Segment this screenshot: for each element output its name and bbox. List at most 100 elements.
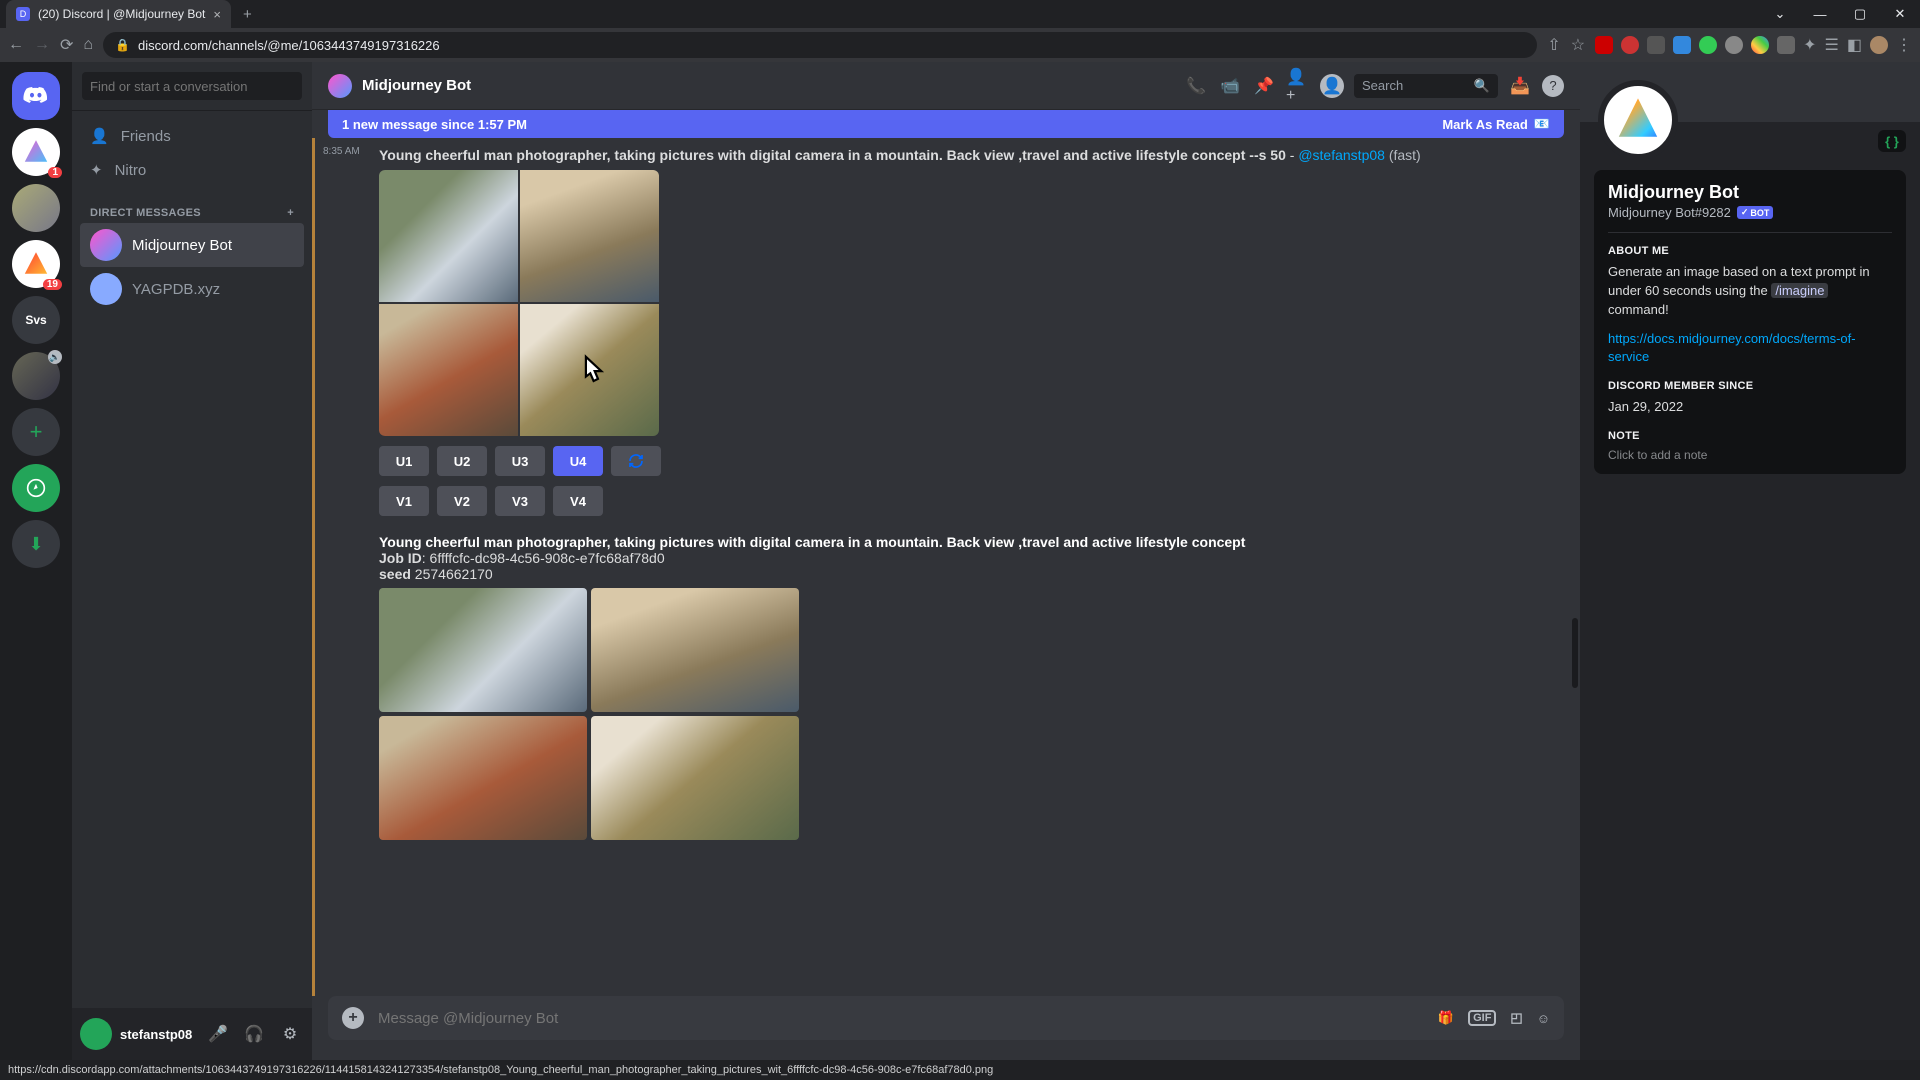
menu-icon[interactable]: ⋮ — [1896, 35, 1912, 55]
ext-icon[interactable] — [1751, 36, 1769, 54]
home-icon[interactable]: ⌂ — [83, 36, 93, 54]
message-list: 8:35 AM Young cheerful man photographer,… — [312, 138, 1580, 996]
generated-image-3[interactable] — [379, 716, 587, 840]
image-grid-large[interactable] — [379, 588, 799, 840]
dm-home-button[interactable] — [12, 72, 60, 120]
v2-button[interactable]: V2 — [437, 486, 487, 516]
maximize-icon[interactable]: ▢ — [1840, 0, 1880, 28]
dm-item-yagpdb[interactable]: YAGPDB.xyz — [80, 267, 304, 311]
ext-icon[interactable] — [1647, 36, 1665, 54]
generated-image-4[interactable] — [591, 716, 799, 840]
mute-icon[interactable]: 🎤 — [204, 1020, 232, 1048]
address-bar[interactable]: 🔒 discord.com/channels/@me/1063443749197… — [103, 32, 1537, 58]
friends-button[interactable]: 👤 Friends — [80, 119, 304, 153]
generated-image-1[interactable] — [379, 170, 518, 302]
generated-image-4[interactable] — [520, 304, 659, 436]
new-tab-button[interactable]: + — [239, 2, 256, 27]
bot-badge: ✓ BOT — [1737, 206, 1774, 219]
message: Young cheerful man photographer, taking … — [315, 524, 1568, 848]
ext-icon[interactable] — [1777, 36, 1795, 54]
generated-image-2[interactable] — [591, 588, 799, 712]
attach-button[interactable]: + — [342, 1007, 364, 1029]
add-friend-icon[interactable]: 👤+ — [1286, 74, 1310, 98]
server-icon[interactable]: 19 — [12, 240, 60, 288]
puzzle-icon[interactable]: ✦ — [1803, 35, 1816, 55]
user-mention[interactable]: @stefanstp08 — [1298, 147, 1385, 163]
message-search[interactable]: Search 🔍 — [1354, 74, 1498, 98]
v1-button[interactable]: V1 — [379, 486, 429, 516]
reroll-button[interactable] — [611, 446, 661, 476]
user-profile-icon[interactable]: 👤 — [1320, 74, 1344, 98]
gift-icon[interactable]: 🎁 — [1438, 1010, 1454, 1026]
nitro-button[interactable]: ✦ Nitro — [80, 153, 304, 187]
search-icon: 🔍 — [1474, 78, 1490, 94]
note-header: NOTE — [1608, 430, 1892, 442]
server-icon[interactable]: 🔊 — [12, 352, 60, 400]
browser-tab[interactable]: D (20) Discord | @Midjourney Bot × — [6, 0, 231, 28]
pin-icon[interactable]: 📌 — [1252, 74, 1276, 98]
gif-button[interactable]: GIF — [1468, 1010, 1496, 1026]
reading-list-icon[interactable]: ☰ — [1825, 35, 1839, 55]
add-server-button[interactable]: + — [12, 408, 60, 456]
u1-button[interactable]: U1 — [379, 446, 429, 476]
cursor-pointer-icon — [575, 353, 611, 397]
generated-image-3[interactable] — [379, 304, 518, 436]
profile-avatar[interactable] — [1598, 80, 1678, 160]
user-avatar[interactable] — [80, 1018, 112, 1050]
dm-search-input[interactable] — [82, 72, 302, 100]
download-button[interactable]: ⬇ — [12, 520, 60, 568]
u4-button[interactable]: U4 — [553, 446, 603, 476]
profile-name: Midjourney Bot — [1608, 182, 1892, 203]
inbox-icon[interactable]: 📥 — [1508, 74, 1532, 98]
minimize-icon[interactable]: — — [1800, 0, 1840, 28]
settings-icon[interactable]: ⚙ — [276, 1020, 304, 1048]
chevron-down-icon[interactable]: ⌄ — [1760, 0, 1800, 28]
new-messages-bar[interactable]: 1 new message since 1:57 PM Mark As Read… — [328, 110, 1564, 138]
v3-button[interactable]: V3 — [495, 486, 545, 516]
reload-icon[interactable]: ⟳ — [60, 35, 73, 55]
extensions: ✦ ☰ ◧ ⋮ — [1595, 35, 1912, 55]
u2-button[interactable]: U2 — [437, 446, 487, 476]
bookmark-icon[interactable]: ☆ — [1571, 35, 1585, 55]
v4-button[interactable]: V4 — [553, 486, 603, 516]
side-panel-icon[interactable]: ◧ — [1847, 35, 1862, 55]
profile-card: Midjourney Bot Midjourney Bot#9282 ✓ BOT… — [1594, 170, 1906, 474]
note-input[interactable]: Click to add a note — [1608, 448, 1892, 462]
imagine-command: /imagine — [1771, 283, 1828, 298]
video-call-icon[interactable]: 📹 — [1218, 74, 1242, 98]
dm-item-midjourney[interactable]: Midjourney Bot — [80, 223, 304, 267]
forward-icon[interactable]: → — [34, 36, 50, 54]
share-icon[interactable]: ⇧ — [1547, 35, 1560, 55]
back-icon[interactable]: ← — [8, 36, 24, 54]
tab-close-icon[interactable]: × — [213, 7, 221, 22]
message-textbox[interactable] — [378, 1010, 1424, 1027]
ext-abp-icon[interactable] — [1595, 36, 1613, 54]
scrollbar-thumb[interactable] — [1572, 618, 1578, 688]
voice-call-icon[interactable]: 📞 — [1184, 74, 1208, 98]
ext-icon[interactable] — [1673, 36, 1691, 54]
help-icon[interactable]: ? — [1542, 75, 1564, 97]
close-window-icon[interactable]: ✕ — [1880, 0, 1920, 28]
tos-link[interactable]: https://docs.midjourney.com/docs/terms-o… — [1608, 331, 1856, 364]
ext-icon[interactable] — [1725, 36, 1743, 54]
browser-toolbar: ← → ⟳ ⌂ 🔒 discord.com/channels/@me/10634… — [0, 28, 1920, 62]
explore-button[interactable] — [12, 464, 60, 512]
message-line: Young cheerful man photographer, taking … — [379, 146, 1552, 164]
create-dm-button[interactable]: + — [287, 207, 294, 219]
image-grid[interactable] — [379, 170, 659, 436]
server-icon[interactable] — [12, 184, 60, 232]
emoji-icon[interactable]: ☺ — [1537, 1011, 1550, 1026]
generated-image-1[interactable] — [379, 588, 587, 712]
sticker-icon[interactable]: ◰ — [1510, 1010, 1522, 1026]
message-input[interactable]: + 🎁 GIF ◰ ☺ — [328, 996, 1564, 1040]
profile-avatar-icon[interactable] — [1870, 36, 1888, 54]
generated-image-2[interactable] — [520, 170, 659, 302]
mark-as-read-button[interactable]: Mark As Read 📧 — [1442, 116, 1550, 132]
u3-button[interactable]: U3 — [495, 446, 545, 476]
deafen-icon[interactable]: 🎧 — [240, 1020, 268, 1048]
server-icon[interactable]: 1 — [12, 128, 60, 176]
ext-icon[interactable] — [1621, 36, 1639, 54]
server-icon[interactable]: Svs — [12, 296, 60, 344]
ext-icon[interactable] — [1699, 36, 1717, 54]
user-name[interactable]: stefanstp08 — [120, 1027, 196, 1042]
